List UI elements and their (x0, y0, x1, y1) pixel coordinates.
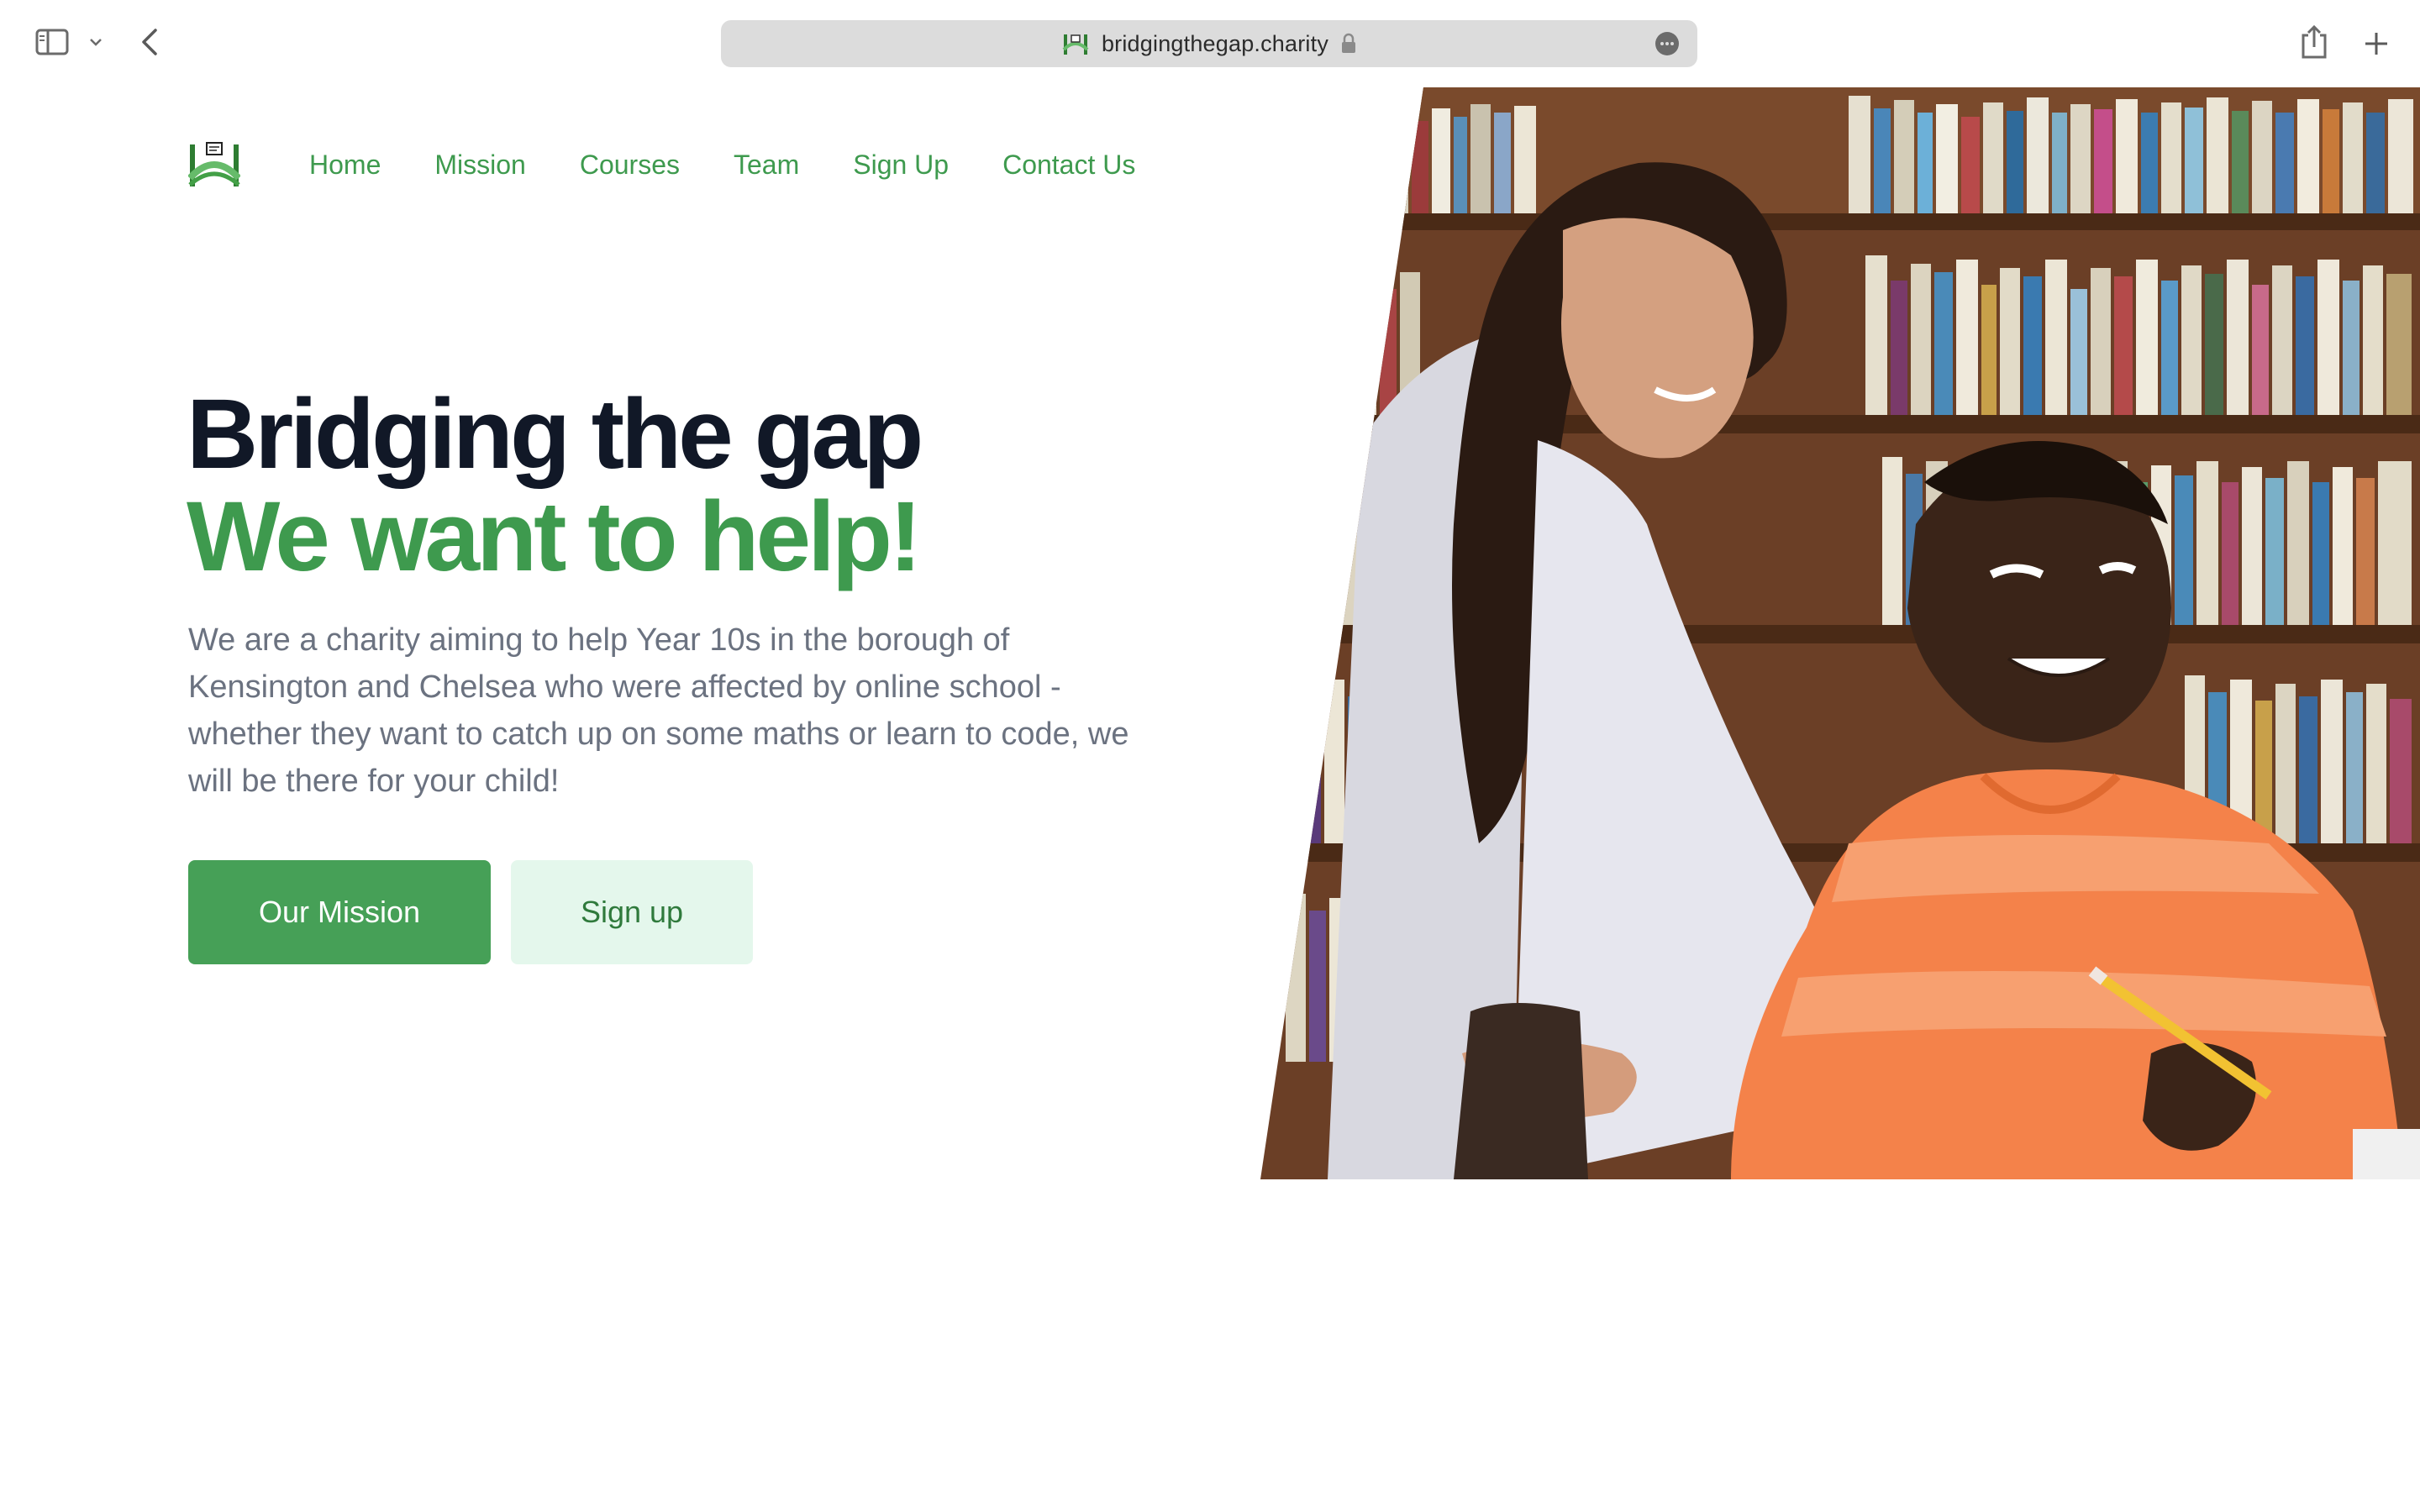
back-arrow-icon[interactable] (133, 24, 166, 60)
address-bar[interactable]: bridgingthegap.charity (721, 20, 1697, 67)
site-favicon-icon (1061, 31, 1090, 56)
nav-courses[interactable]: Courses (580, 146, 680, 183)
sign-up-button[interactable]: Sign up (511, 860, 753, 964)
main-nav: Home Mission Courses Team Sign Up Contac… (309, 146, 1189, 183)
page-content: Home Mission Courses Team Sign Up Contac… (0, 87, 2420, 1512)
url-text: bridgingthegap.charity (1101, 30, 1329, 56)
nav-sign-up[interactable]: Sign Up (853, 146, 949, 183)
lock-icon (1340, 33, 1357, 55)
page-menu-icon[interactable] (1654, 30, 1681, 57)
nav-mission[interactable]: Mission (434, 146, 525, 183)
browser-toolbar: bridgingthegap.charity (0, 0, 2420, 87)
nav-home[interactable]: Home (309, 146, 381, 183)
new-tab-icon[interactable] (2356, 24, 2396, 64)
our-mission-button[interactable]: Our Mission (188, 860, 491, 964)
hero-photo-teacher-and-student (1260, 87, 2420, 1179)
chevron-down-icon[interactable] (84, 30, 108, 54)
nav-contact-us[interactable]: Contact Us (1002, 146, 1135, 183)
hero-description: We are a charity aiming to help Year 10s… (188, 622, 1129, 799)
hero-title-line1: Bridging the gap (187, 379, 923, 490)
site-logo[interactable] (187, 138, 241, 190)
nav-team[interactable]: Team (734, 146, 799, 183)
hero-title-line2: We want to help! (187, 481, 922, 592)
sidebar-toggle-icon[interactable] (30, 24, 74, 60)
hero-title: Bridging the gap We want to help! (187, 383, 1195, 588)
share-icon[interactable] (2296, 20, 2333, 64)
